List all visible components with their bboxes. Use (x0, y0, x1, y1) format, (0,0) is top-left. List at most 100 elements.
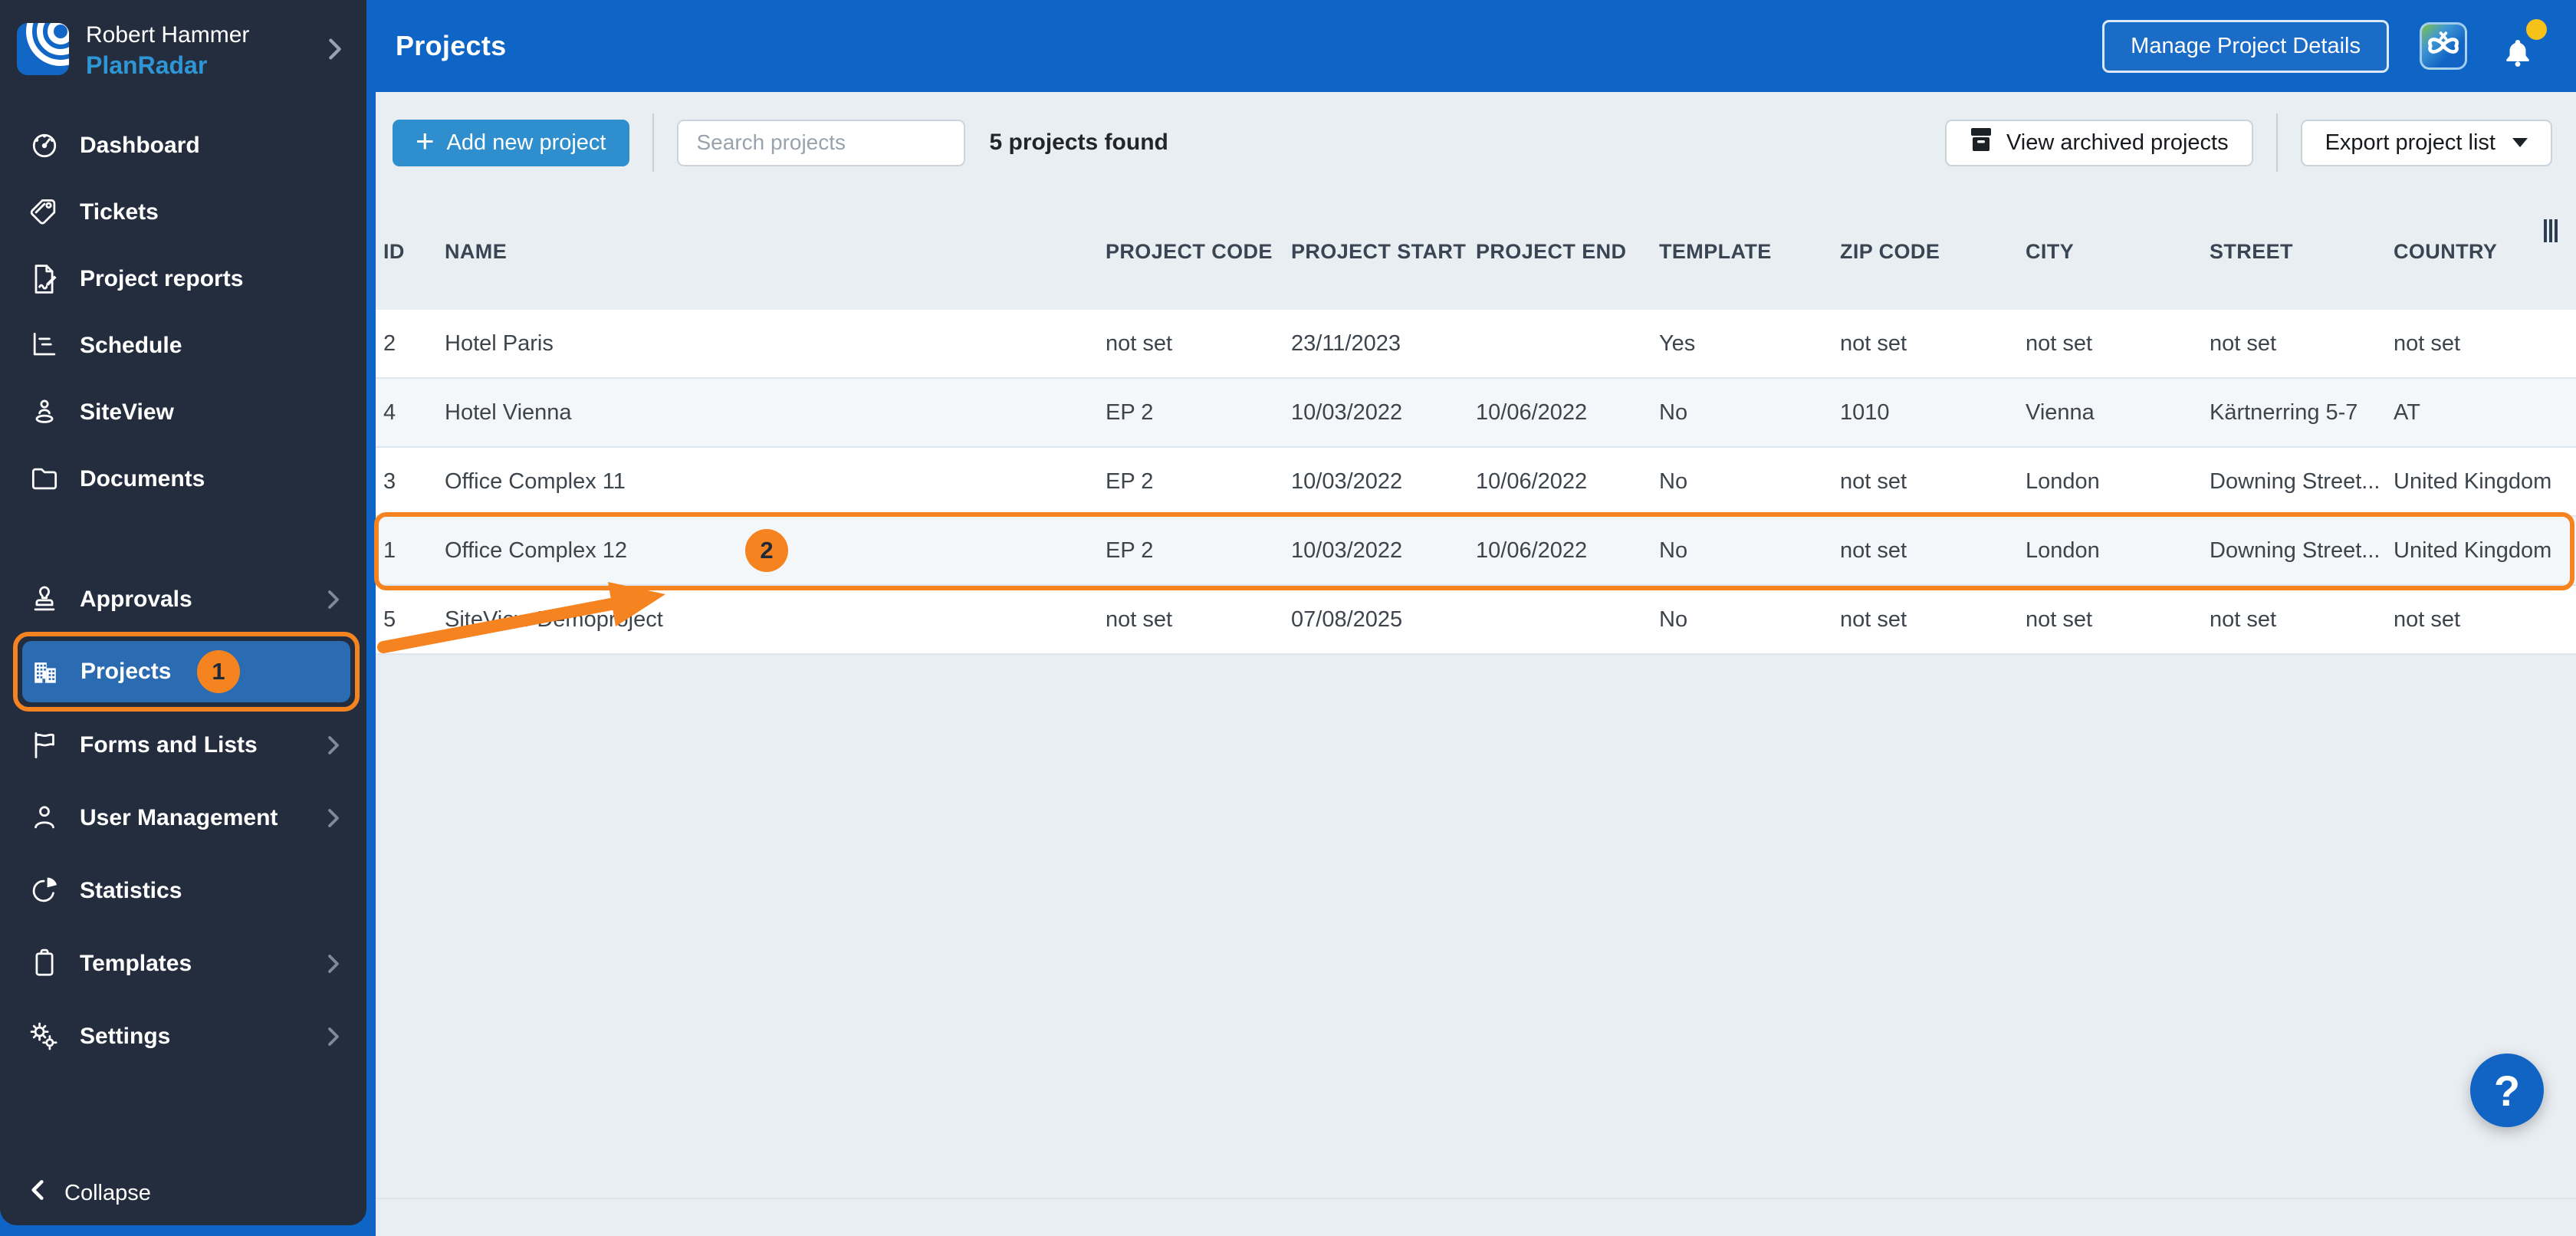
results-count: 5 projects found (989, 130, 1168, 155)
cell-zip: not set (1840, 606, 1907, 632)
marketplace-apps-button[interactable] (2420, 22, 2467, 70)
gears-icon (28, 1020, 61, 1054)
cell-zip: not set (1840, 468, 1907, 494)
sidebar-item-templates[interactable]: Templates (0, 927, 366, 1000)
sidebar-item-project-reports[interactable]: Project reports (0, 245, 366, 312)
sidebar-item-user-management[interactable]: User Management (0, 781, 366, 854)
collapse-label: Collapse (64, 1180, 151, 1205)
footer-divider (376, 1198, 2576, 1199)
manage-project-details-button[interactable]: Manage Project Details (2102, 19, 2389, 73)
help-button[interactable]: ? (2470, 1054, 2544, 1127)
tag-icon (28, 196, 61, 229)
cell-name: Hotel Vienna (445, 399, 572, 425)
cell-country: not set (2394, 330, 2461, 356)
table-row[interactable]: 4 Hotel Vienna EP 2 10/03/2022 10/06/2022 No 1… (376, 379, 2576, 448)
cell-code: EP 2 (1106, 399, 1154, 425)
step-badge-1: 1 (197, 650, 240, 693)
user-organization: PlanRadar (86, 51, 208, 79)
cell-id: 4 (383, 399, 396, 425)
column-header-project-start: PROJECT START (1291, 239, 1467, 263)
view-archived-projects-button[interactable]: View archived projects (1944, 119, 2253, 166)
connect-x-icon (2424, 26, 2463, 67)
cell-start: 10/03/2022 (1291, 468, 1403, 494)
sidebar-item-forms-and-lists[interactable]: Forms and Lists (0, 708, 366, 781)
column-settings-icon[interactable] (2544, 219, 2558, 242)
cell-street: not set (2210, 330, 2277, 356)
cell-id: 2 (383, 330, 396, 356)
cell-id: 1 (383, 537, 396, 563)
cell-city: Vienna (2026, 399, 2095, 425)
user-name: Robert Hammer (86, 21, 250, 48)
sidebar-item-tickets[interactable]: Tickets (0, 179, 366, 245)
projects-table-body: 2 Hotel Paris not set 23/11/2023 Yes not set n… (374, 310, 2576, 655)
table-header-grid: ID NAME PROJECT CODE PROJECT START PROJECT E… (376, 193, 2576, 310)
table-row[interactable]: 1 Office Complex 12 2 EP 2 10/03/2022 10/06/2… (376, 517, 2576, 586)
column-header-template: TEMPLATE (1659, 239, 1772, 263)
cell-id: 5 (383, 606, 396, 632)
table-row[interactable]: 5 SiteView Demoproject not set 07/08/2025 No… (376, 586, 2576, 655)
chevron-right-icon (324, 734, 343, 757)
sidebar-item-schedule[interactable]: Schedule (0, 312, 366, 379)
cell-name: SiteView Demoproject (445, 606, 663, 632)
pie-icon (28, 874, 61, 908)
cell-name: Hotel Paris (445, 330, 554, 356)
gauge-icon (28, 129, 61, 163)
cell-street: Downing Street... (2210, 468, 2380, 494)
projects-toolbar: + Add new project 5 projects found View … (376, 92, 2576, 193)
chevron-left-icon (28, 1178, 48, 1208)
cell-country: not set (2394, 606, 2461, 632)
chevron-right-icon (324, 807, 343, 830)
column-header-city: CITY (2026, 239, 2075, 263)
sidebar-item-approvals[interactable]: Approvals (0, 563, 366, 636)
cell-template: No (1659, 468, 1688, 494)
column-header-country: COUNTRY (2394, 239, 2498, 263)
report-icon (28, 262, 61, 296)
cell-name: Office Complex 11 (445, 468, 626, 494)
cell-start: 07/08/2025 (1291, 606, 1403, 632)
stamp-icon (28, 583, 61, 616)
sidebar-item-siteview[interactable]: SiteView (0, 379, 366, 445)
divider (652, 113, 654, 172)
cell-city: not set (2026, 330, 2093, 356)
chevron-right-icon (324, 1025, 343, 1048)
chevron-right-icon (324, 588, 343, 611)
cell-code: EP 2 (1106, 468, 1154, 494)
folder-icon (28, 462, 61, 496)
clipboard-icon (28, 947, 61, 981)
table-row[interactable]: 3 Office Complex 11 EP 2 10/03/2022 10/06/20… (376, 448, 2576, 517)
cell-template: No (1659, 537, 1688, 563)
sidebar-item-statistics[interactable]: Statistics (0, 854, 366, 927)
user-account-switcher[interactable]: Robert Hammer PlanRadar (0, 0, 366, 101)
page-title: Projects (396, 30, 507, 61)
person-icon (28, 801, 61, 835)
cell-template: No (1659, 399, 1688, 425)
cell-end: 10/06/2022 (1476, 537, 1588, 563)
divider (2275, 113, 2278, 172)
cell-country: United Kingdom (2394, 537, 2552, 563)
cell-start: 23/11/2023 (1291, 330, 1401, 356)
sidebar-item-dashboard[interactable]: Dashboard (0, 112, 366, 179)
page-header: Projects Manage Project Details (376, 0, 2576, 92)
bell-icon (2506, 40, 2529, 67)
sidebar-item-projects[interactable]: Projects 1 (13, 632, 360, 712)
plus-icon: + (416, 123, 435, 159)
column-header-project-end: PROJECT END (1476, 239, 1627, 263)
archive-box-icon (1970, 127, 1993, 158)
cell-zip: not set (1840, 537, 1907, 563)
cell-country: United Kingdom (2394, 468, 2552, 494)
cell-zip: 1010 (1840, 399, 1890, 425)
sidebar-item-documents[interactable]: Documents (0, 445, 366, 512)
add-new-project-button[interactable]: + Add new project (393, 119, 629, 166)
cell-country: AT (2394, 399, 2420, 425)
cell-zip: not set (1840, 330, 1907, 356)
export-project-list-button[interactable]: Export project list (2300, 119, 2552, 166)
search-projects-input[interactable] (676, 119, 965, 166)
chevron-right-icon (324, 952, 343, 975)
notifications-button[interactable] (2498, 19, 2547, 71)
collapse-button[interactable]: Collapse (28, 1178, 151, 1208)
table-row[interactable]: 2 Hotel Paris not set 23/11/2023 Yes not set n… (376, 310, 2576, 379)
sidebar-item-settings[interactable]: Settings (0, 1000, 366, 1073)
column-header-id: ID (383, 239, 405, 263)
column-header-street: STREET (2210, 239, 2293, 263)
cell-start: 10/03/2022 (1291, 537, 1403, 563)
